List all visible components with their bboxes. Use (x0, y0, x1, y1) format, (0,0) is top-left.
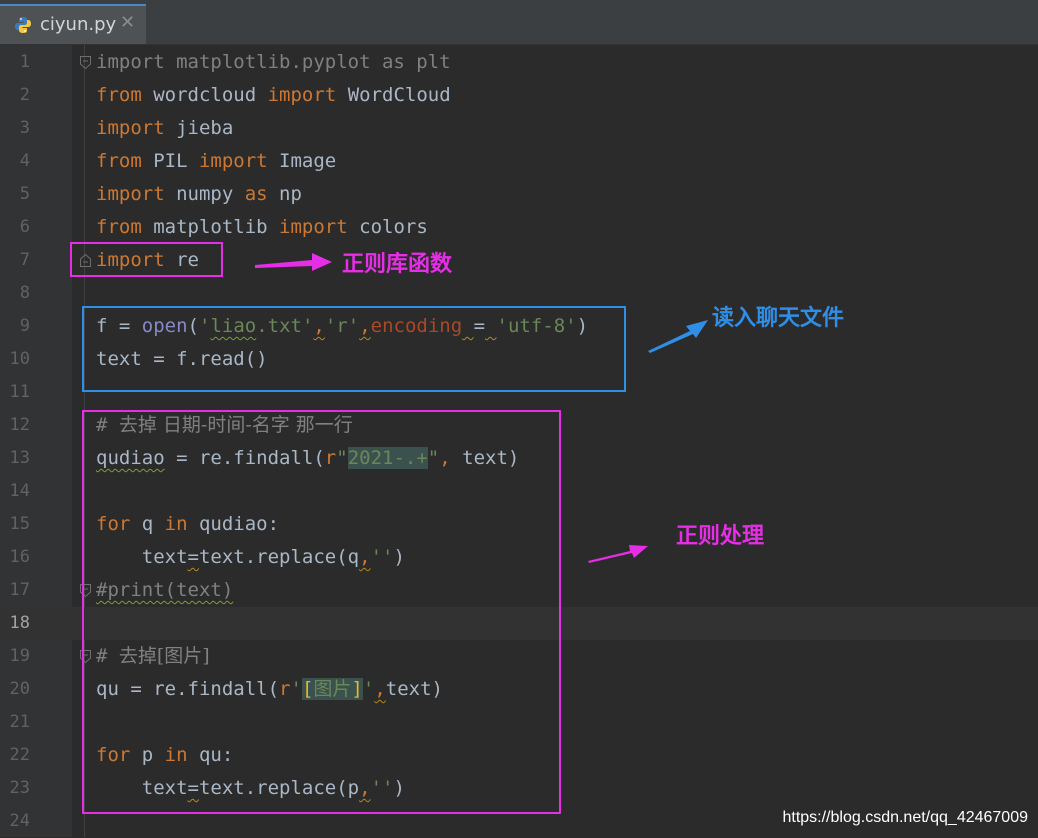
line-number: 13 (9, 448, 30, 468)
annotation-read-file: 读入聊天文件 (712, 306, 845, 331)
line-number: 23 (9, 778, 30, 798)
line-number: 14 (9, 481, 30, 501)
line-number: 1 (19, 52, 30, 72)
code-text: from wordcloud import WordCloud (96, 84, 451, 106)
line-number: 6 (19, 217, 30, 237)
line-number: 7 (19, 250, 30, 270)
line-number: 2 (19, 85, 30, 105)
file-tab-ciyun[interactable]: ciyun.py ✕ (0, 4, 146, 44)
code-text: from PIL import Image (96, 150, 337, 172)
line-number: 21 (9, 712, 30, 732)
highlight-box-import-re (70, 242, 223, 277)
line-number: 4 (19, 151, 30, 171)
tab-filename: ciyun.py (40, 14, 117, 35)
line-number: 5 (19, 184, 30, 204)
line-number: 3 (19, 118, 30, 138)
line-number: 10 (9, 349, 30, 369)
code-line[interactable]: 2 from wordcloud import WordCloud (0, 79, 1038, 112)
highlight-box-regex-process (82, 410, 561, 814)
code-line[interactable]: 6 from matplotlib import colors (0, 211, 1038, 244)
editor-tab-bar: ciyun.py ✕ (0, 0, 1038, 45)
python-file-icon (15, 17, 31, 33)
line-number: 19 (9, 646, 30, 666)
code-line[interactable]: 3 import jieba (0, 112, 1038, 145)
line-number: 22 (9, 745, 30, 765)
tab-close-icon[interactable]: ✕ (120, 12, 135, 33)
code-line[interactable]: 1 import matplotlib.pyplot as plt (0, 46, 1038, 79)
line-number: 12 (9, 415, 30, 435)
line-number: 9 (19, 316, 30, 336)
code-text: from matplotlib import colors (96, 216, 428, 238)
watermark: https://blog.csdn.net/qq_42467009 (782, 809, 1028, 826)
line-number: 17 (9, 580, 30, 600)
code-line[interactable]: 5 import numpy as np (0, 178, 1038, 211)
code-text: import numpy as np (96, 183, 302, 205)
code-text: import matplotlib.pyplot as plt (96, 51, 451, 73)
code-text: import jieba (96, 117, 234, 139)
annotation-regex-lib: 正则库函数 (342, 252, 453, 277)
line-number: 15 (9, 514, 30, 534)
line-number: 20 (9, 679, 30, 699)
line-number: 18 (9, 613, 30, 633)
fold-collapse-icon[interactable] (80, 56, 91, 69)
line-number: 11 (9, 382, 30, 402)
code-line[interactable]: 4 from PIL import Image (0, 145, 1038, 178)
line-number: 8 (19, 283, 30, 303)
line-number: 24 (9, 811, 30, 831)
highlight-box-read-file (82, 306, 626, 392)
line-number: 16 (9, 547, 30, 567)
annotation-regex-process: 正则处理 (676, 524, 765, 549)
